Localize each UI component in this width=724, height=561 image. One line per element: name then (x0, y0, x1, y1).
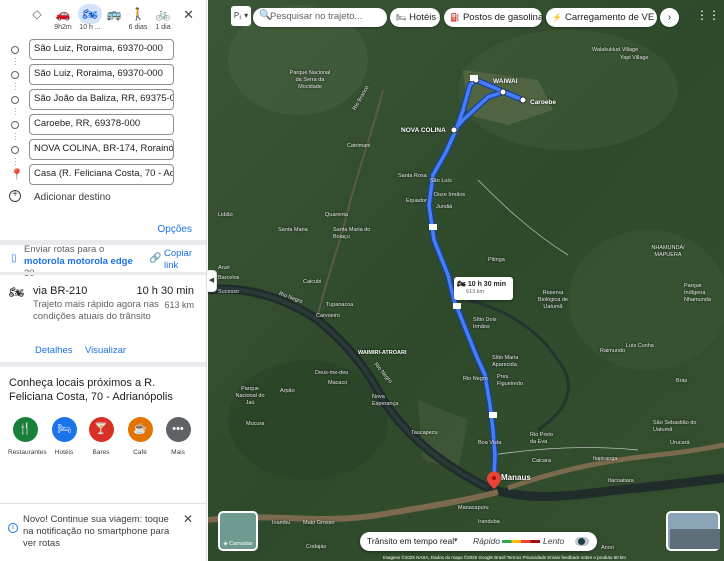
waypoint-marker[interactable] (499, 88, 507, 96)
category-restaurants[interactable]: 🍴 Restaurantes (8, 417, 47, 457)
map-view-toggle[interactable]: P₁ ▾ (231, 6, 251, 26)
route-search-input[interactable]: 🔍 Pesquisar no trajeto... (253, 8, 387, 27)
cafe-icon: ☕ (127, 417, 153, 442)
layers-icon: ◈ (223, 541, 228, 547)
close-notice-button[interactable]: ✕ (183, 512, 193, 526)
motorcycle-icon: 🏍 (457, 281, 466, 288)
waypoint-circle-icon (11, 96, 19, 104)
chip-ev-charging[interactable]: ⚡ Carregamento de VE (546, 8, 657, 27)
street-view-thumbnail[interactable] (666, 511, 720, 551)
waypoint: ···NOVA COLINA, BR-174, Rorainópolis (0, 138, 206, 169)
mode-walk[interactable]: 🚶 6 dias (125, 4, 151, 31)
close-directions-button[interactable]: ✕ (183, 7, 194, 23)
mode-motorcycle[interactable]: 🏍 10 h ... (77, 4, 103, 31)
waypoint-input[interactable]: São Luiz, Roraima, 69370-000 (29, 39, 174, 60)
nearby-heading: Conheça locais próximos a R. Feliciana C… (9, 377, 173, 403)
mode-bike[interactable]: 🚲 1 dia (150, 4, 176, 31)
notification-banner: i Novo! Continue sua viagem: toque na no… (0, 503, 206, 561)
hotel-icon: 🛏 (51, 417, 77, 442)
car-icon: 🚗 (55, 7, 71, 21)
chevron-left-icon: ◀ (208, 277, 215, 284)
directions-panel: ◇ 🚗 9h2m 🏍 10 h ... 🚌 🚶 6 dias 🚲 1 dia ✕ · · ·… (0, 0, 207, 561)
waypoint-circle-icon (11, 46, 19, 54)
waypoint-circle-icon (11, 146, 19, 154)
highway-shield (470, 75, 478, 81)
map-attribution: Imagens ©2025 NASA, Dados do mapa ©2025 … (383, 555, 626, 560)
divider (0, 272, 206, 275)
copy-link-button[interactable]: Copiar link (164, 248, 204, 272)
link-icon: 🔗 (149, 253, 162, 264)
waypoint-marker[interactable] (519, 96, 527, 104)
phone-icon: ▯ (11, 253, 17, 264)
close-icon: ✕ (182, 512, 193, 526)
waypoint: · · · São Luiz, Roraima, 69370-000 (0, 63, 206, 94)
destination-input[interactable]: Casa (R. Feliciana Costa, 70 - Adrianópo… (29, 164, 174, 185)
divider (0, 362, 206, 367)
motorcycle-icon: 🏍 (9, 285, 25, 299)
diamond-icon: ◇ (32, 7, 42, 21)
chevron-right-icon: › (667, 12, 672, 23)
category-bars[interactable]: 🍸 Bares (84, 417, 118, 457)
destination-pin-icon: 📍 (10, 169, 24, 181)
waypoint-list: · · · São Luiz, Roraima, 69370-000 · · · São L… (0, 38, 206, 188)
route-option[interactable]: 🏍 via BR-210 10 h 30 min 613 km Trajeto … (0, 283, 206, 358)
waypoint: · · · São João da Baliza, RR, 69375-000 (0, 88, 206, 119)
travel-mode-bar: ◇ 🚗 9h2m 🏍 10 h ... 🚌 🚶 6 dias 🚲 1 dia (24, 4, 200, 34)
waypoint-circle-icon (11, 121, 19, 129)
highway-shield (453, 303, 461, 309)
category-hotels[interactable]: 🛏 Hotéis (47, 417, 81, 457)
visualize-button[interactable]: Visualizar (85, 345, 126, 356)
bar-icon: 🍸 (88, 417, 114, 442)
chips-next-button[interactable]: › (660, 8, 679, 27)
collapse-panel-button[interactable]: ◀ (207, 270, 217, 292)
chip-gas-stations[interactable]: ⛽ Postos de gasolina (444, 8, 543, 27)
waypoint-input[interactable]: NOVA COLINA, BR-174, Rorainópolis (29, 139, 174, 160)
send-to-phone-row: ▯ Enviar rotas para o motorola motorola e… (0, 244, 206, 279)
more-icon: ••• (165, 417, 191, 442)
waypoint-marker[interactable] (450, 126, 458, 134)
gas-station-icon: ⛽ (450, 13, 460, 22)
ev-charging-icon: ⚡ (552, 13, 562, 22)
terrain-patch (228, 360, 388, 480)
apps-grid-icon: ⋮⋮⋮ (696, 8, 724, 22)
highway-shield (429, 224, 437, 230)
bus-icon: 🚌 (106, 7, 122, 21)
waypoint: · · · Caroebe, RR, 69378-000 (0, 113, 206, 144)
info-icon: i (8, 523, 18, 533)
plus-icon: + (9, 190, 21, 202)
mode-car[interactable]: 🚗 9h2m (50, 4, 76, 31)
motorcycle-icon: 🏍 (78, 4, 102, 24)
route-info-callout[interactable]: 🏍 10 h 30 min 613 km (454, 277, 513, 300)
traffic-toggle[interactable] (575, 537, 589, 546)
mode-best[interactable]: ◇ (24, 4, 50, 24)
google-apps-button[interactable]: ⋮⋮⋮ (696, 8, 724, 22)
waypoint-input[interactable]: Caroebe, RR, 69378-000 (29, 114, 174, 135)
highway-shield (489, 412, 497, 418)
traffic-dropdown[interactable]: Trânsito em tempo real (367, 536, 454, 546)
waypoint-input[interactable]: São João da Baliza, RR, 69375-000 (29, 89, 174, 110)
category-cafe[interactable]: ☕ Café (123, 417, 157, 457)
traffic-gradient (502, 540, 540, 543)
waypoint: · · · São Luiz, Roraima, 69370-000 (0, 38, 206, 69)
close-icon: ✕ (183, 7, 194, 22)
layers-button[interactable]: ◈ Camadas (218, 511, 258, 551)
mode-transit[interactable]: 🚌 (101, 4, 127, 24)
restaurant-icon: 🍴 (12, 417, 38, 442)
traffic-legend: Trânsito em tempo real ▾ Rápido Lento (360, 532, 597, 551)
bicycle-icon: 🚲 (155, 7, 171, 21)
waypoint-input[interactable]: São Luiz, Roraima, 69370-000 (29, 64, 174, 85)
walk-icon: 🚶 (130, 7, 146, 21)
chip-hotels[interactable]: 🛏 Hotéis (390, 8, 440, 27)
add-destination-button[interactable]: + Adicionar destino (0, 190, 206, 207)
map-canvas[interactable]: P₁ ▾ 🔍 Pesquisar no trajeto... 🛏 Hotéis ⛽… (208, 0, 724, 561)
waypoint-destination: 📍 Casa (R. Feliciana Costa, 70 - Adrianóp… (0, 163, 206, 188)
category-more[interactable]: ••• Mais (161, 417, 195, 457)
waypoint-circle-icon (11, 71, 19, 79)
chevron-down-icon: ▾ (454, 537, 458, 544)
options-button[interactable]: Opções (158, 224, 192, 235)
hotel-icon: 🛏 (396, 13, 407, 22)
details-button[interactable]: Detalhes (35, 345, 73, 356)
